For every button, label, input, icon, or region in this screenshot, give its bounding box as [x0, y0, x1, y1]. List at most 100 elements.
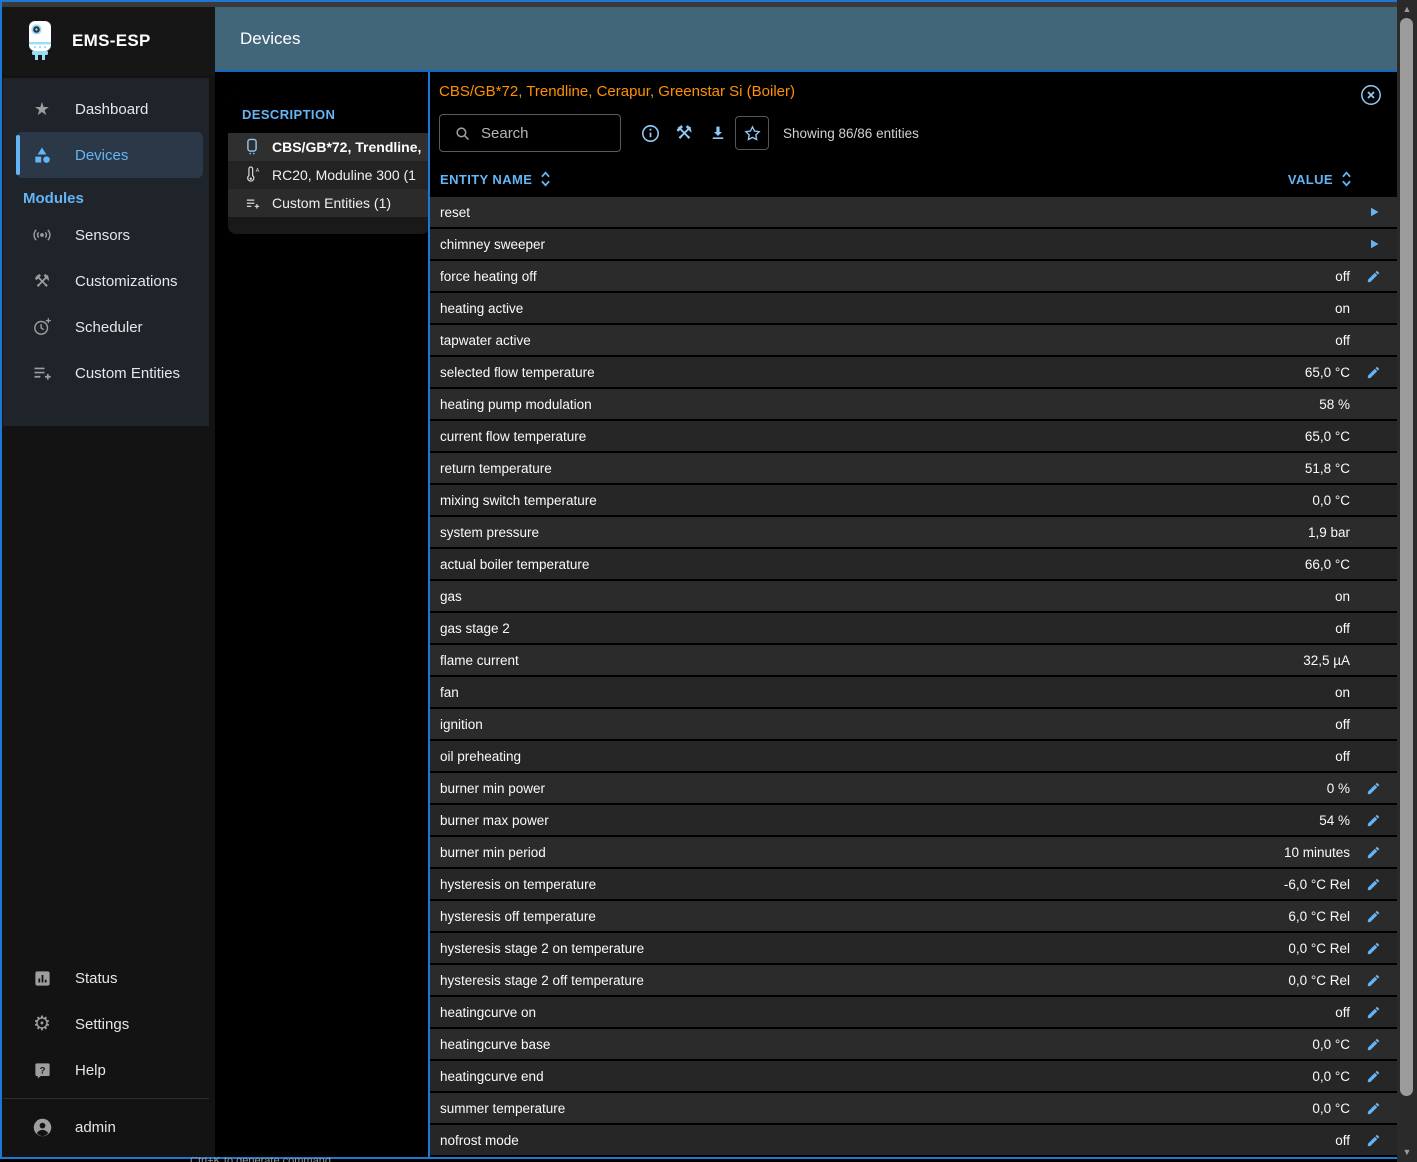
- scrollbar-thumb[interactable]: [1400, 18, 1413, 1096]
- table-row[interactable]: burner min power 0 %: [430, 773, 1397, 803]
- entity-name: mixing switch temperature: [440, 493, 1312, 508]
- table-row[interactable]: hysteresis on temperature -6,0 °C Rel: [430, 869, 1397, 899]
- table-row[interactable]: reset: [430, 197, 1397, 227]
- search-input[interactable]: [481, 125, 620, 142]
- footer-hint-text: Ctrl+K to generate command: [190, 1157, 490, 1162]
- edit-icon[interactable]: [1350, 269, 1397, 284]
- table-row[interactable]: fan on: [430, 677, 1397, 707]
- sidebar-bottom-nav: Status ⚙ Settings ? Help admin: [3, 955, 209, 1150]
- table-row[interactable]: hysteresis stage 2 on temperature 0,0 °C…: [430, 933, 1397, 963]
- sidebar-item-custom-entities[interactable]: Custom Entities: [3, 350, 209, 396]
- edit-icon[interactable]: [1350, 365, 1397, 380]
- entity-name: burner min power: [440, 781, 1327, 796]
- sort-icon[interactable]: [1341, 170, 1352, 188]
- sidebar-item-devices[interactable]: Devices: [16, 132, 203, 178]
- svg-text:?: ?: [39, 1065, 45, 1076]
- table-row[interactable]: chimney sweeper: [430, 229, 1397, 259]
- play-icon: [1368, 238, 1380, 250]
- sort-icon[interactable]: [540, 170, 551, 188]
- table-row[interactable]: burner min period 10 minutes: [430, 837, 1397, 867]
- table-row[interactable]: ignition off: [430, 709, 1397, 739]
- edit-icon: [1366, 973, 1381, 988]
- device-row-custom-entities[interactable]: Custom Entities (1): [228, 189, 430, 217]
- info-icon[interactable]: [633, 116, 667, 150]
- sidebar-item-scheduler[interactable]: Scheduler: [3, 304, 209, 350]
- sidebar-item-customizations[interactable]: ⚒ Customizations: [3, 258, 209, 304]
- table-row[interactable]: hysteresis off temperature 6,0 °C Rel: [430, 901, 1397, 931]
- play-icon[interactable]: [1350, 206, 1397, 218]
- entity-name: heatingcurve on: [440, 1005, 1335, 1020]
- device-row-thermostat[interactable]: A RC20, Moduline 300 (1: [228, 161, 430, 189]
- table-row[interactable]: gas stage 2 off: [430, 613, 1397, 643]
- sidebar-item-sensors[interactable]: Sensors: [3, 212, 209, 258]
- shapes-icon: [29, 145, 55, 165]
- entity-value: 65,0 °C: [1305, 365, 1350, 380]
- edit-icon[interactable]: [1350, 1037, 1397, 1052]
- favorites-star-icon[interactable]: [735, 116, 769, 150]
- table-row[interactable]: current flow temperature 65,0 °C: [430, 421, 1397, 451]
- entity-name: summer temperature: [440, 1101, 1312, 1116]
- entity-name: actual boiler temperature: [440, 557, 1305, 572]
- device-list-header: DESCRIPTION: [228, 95, 430, 133]
- entity-name: flame current: [440, 653, 1303, 668]
- sidebar-item-settings[interactable]: ⚙ Settings: [3, 1001, 209, 1047]
- table-row[interactable]: flame current 32,5 µA: [430, 645, 1397, 675]
- edit-icon[interactable]: [1350, 909, 1397, 924]
- table-row[interactable]: heatingcurve end 0,0 °C: [430, 1061, 1397, 1091]
- edit-icon[interactable]: [1350, 781, 1397, 796]
- sidebar-item-label: Scheduler: [75, 319, 143, 336]
- edit-icon[interactable]: [1350, 941, 1397, 956]
- boiler-logo-icon: [24, 20, 56, 62]
- table-row[interactable]: oil preheating off: [430, 741, 1397, 771]
- table-row[interactable]: summer temperature 0,0 °C: [430, 1093, 1397, 1123]
- table-row[interactable]: actual boiler temperature 66,0 °C: [430, 549, 1397, 579]
- scroll-up-arrow[interactable]: ▲: [1397, 0, 1417, 17]
- bar-chart-icon: [29, 969, 55, 988]
- table-row[interactable]: burner max power 54 %: [430, 805, 1397, 835]
- table-row[interactable]: gas on: [430, 581, 1397, 611]
- table-row[interactable]: heating pump modulation 58 %: [430, 389, 1397, 419]
- edit-icon[interactable]: [1350, 877, 1397, 892]
- table-row[interactable]: tapwater active off: [430, 325, 1397, 355]
- edit-icon[interactable]: [1350, 813, 1397, 828]
- entity-name: heating pump modulation: [440, 397, 1319, 412]
- table-row[interactable]: system pressure 1,9 bar: [430, 517, 1397, 547]
- gear-icon: ⚙: [29, 1015, 55, 1033]
- table-row[interactable]: heating active on: [430, 293, 1397, 323]
- table-row[interactable]: mixing switch temperature 0,0 °C: [430, 485, 1397, 515]
- entity-value: on: [1335, 301, 1350, 316]
- edit-icon[interactable]: [1350, 973, 1397, 988]
- entity-value: 10 minutes: [1284, 845, 1350, 860]
- sidebar-item-label: Settings: [75, 1016, 129, 1033]
- close-icon[interactable]: [1359, 83, 1383, 107]
- entities-table: reset chimney sweeper force heating off …: [430, 197, 1397, 1157]
- table-row[interactable]: heatingcurve base 0,0 °C: [430, 1029, 1397, 1059]
- boiler-icon: [244, 138, 260, 156]
- entity-name: burner max power: [440, 813, 1319, 828]
- download-icon[interactable]: [701, 116, 735, 150]
- edit-icon: [1366, 813, 1381, 828]
- table-row[interactable]: force heating off off: [430, 261, 1397, 291]
- edit-icon[interactable]: [1350, 1005, 1397, 1020]
- entity-value: off: [1335, 717, 1350, 732]
- scroll-down-arrow[interactable]: ▼: [1397, 1143, 1417, 1160]
- table-row[interactable]: heatingcurve on off: [430, 997, 1397, 1027]
- table-row[interactable]: selected flow temperature 65,0 °C: [430, 357, 1397, 387]
- sidebar-item-help[interactable]: ? Help: [3, 1047, 209, 1093]
- sidebar-item-dashboard[interactable]: ★ Dashboard: [3, 86, 209, 132]
- device-list-card: DESCRIPTION CBS/GB*72, Trendline, A RC20…: [228, 95, 430, 234]
- edit-icon[interactable]: [1350, 845, 1397, 860]
- edit-icon[interactable]: [1350, 1101, 1397, 1116]
- sidebar-item-admin[interactable]: admin: [3, 1104, 209, 1150]
- play-icon[interactable]: [1350, 238, 1397, 250]
- table-row[interactable]: nofrost mode off: [430, 1125, 1397, 1155]
- edit-icon[interactable]: [1350, 1069, 1397, 1084]
- device-row-boiler[interactable]: CBS/GB*72, Trendline,: [228, 133, 430, 161]
- table-row[interactable]: return temperature 51,8 °C: [430, 453, 1397, 483]
- sidebar: EMS-ESP ★ Dashboard Devices Modules Sens…: [2, 7, 215, 1157]
- entity-name: return temperature: [440, 461, 1305, 476]
- table-row[interactable]: hysteresis stage 2 off temperature 0,0 °…: [430, 965, 1397, 995]
- maintenance-tools-icon[interactable]: ⚒: [667, 116, 701, 150]
- sidebar-item-status[interactable]: Status: [3, 955, 209, 1001]
- edit-icon[interactable]: [1350, 1133, 1397, 1148]
